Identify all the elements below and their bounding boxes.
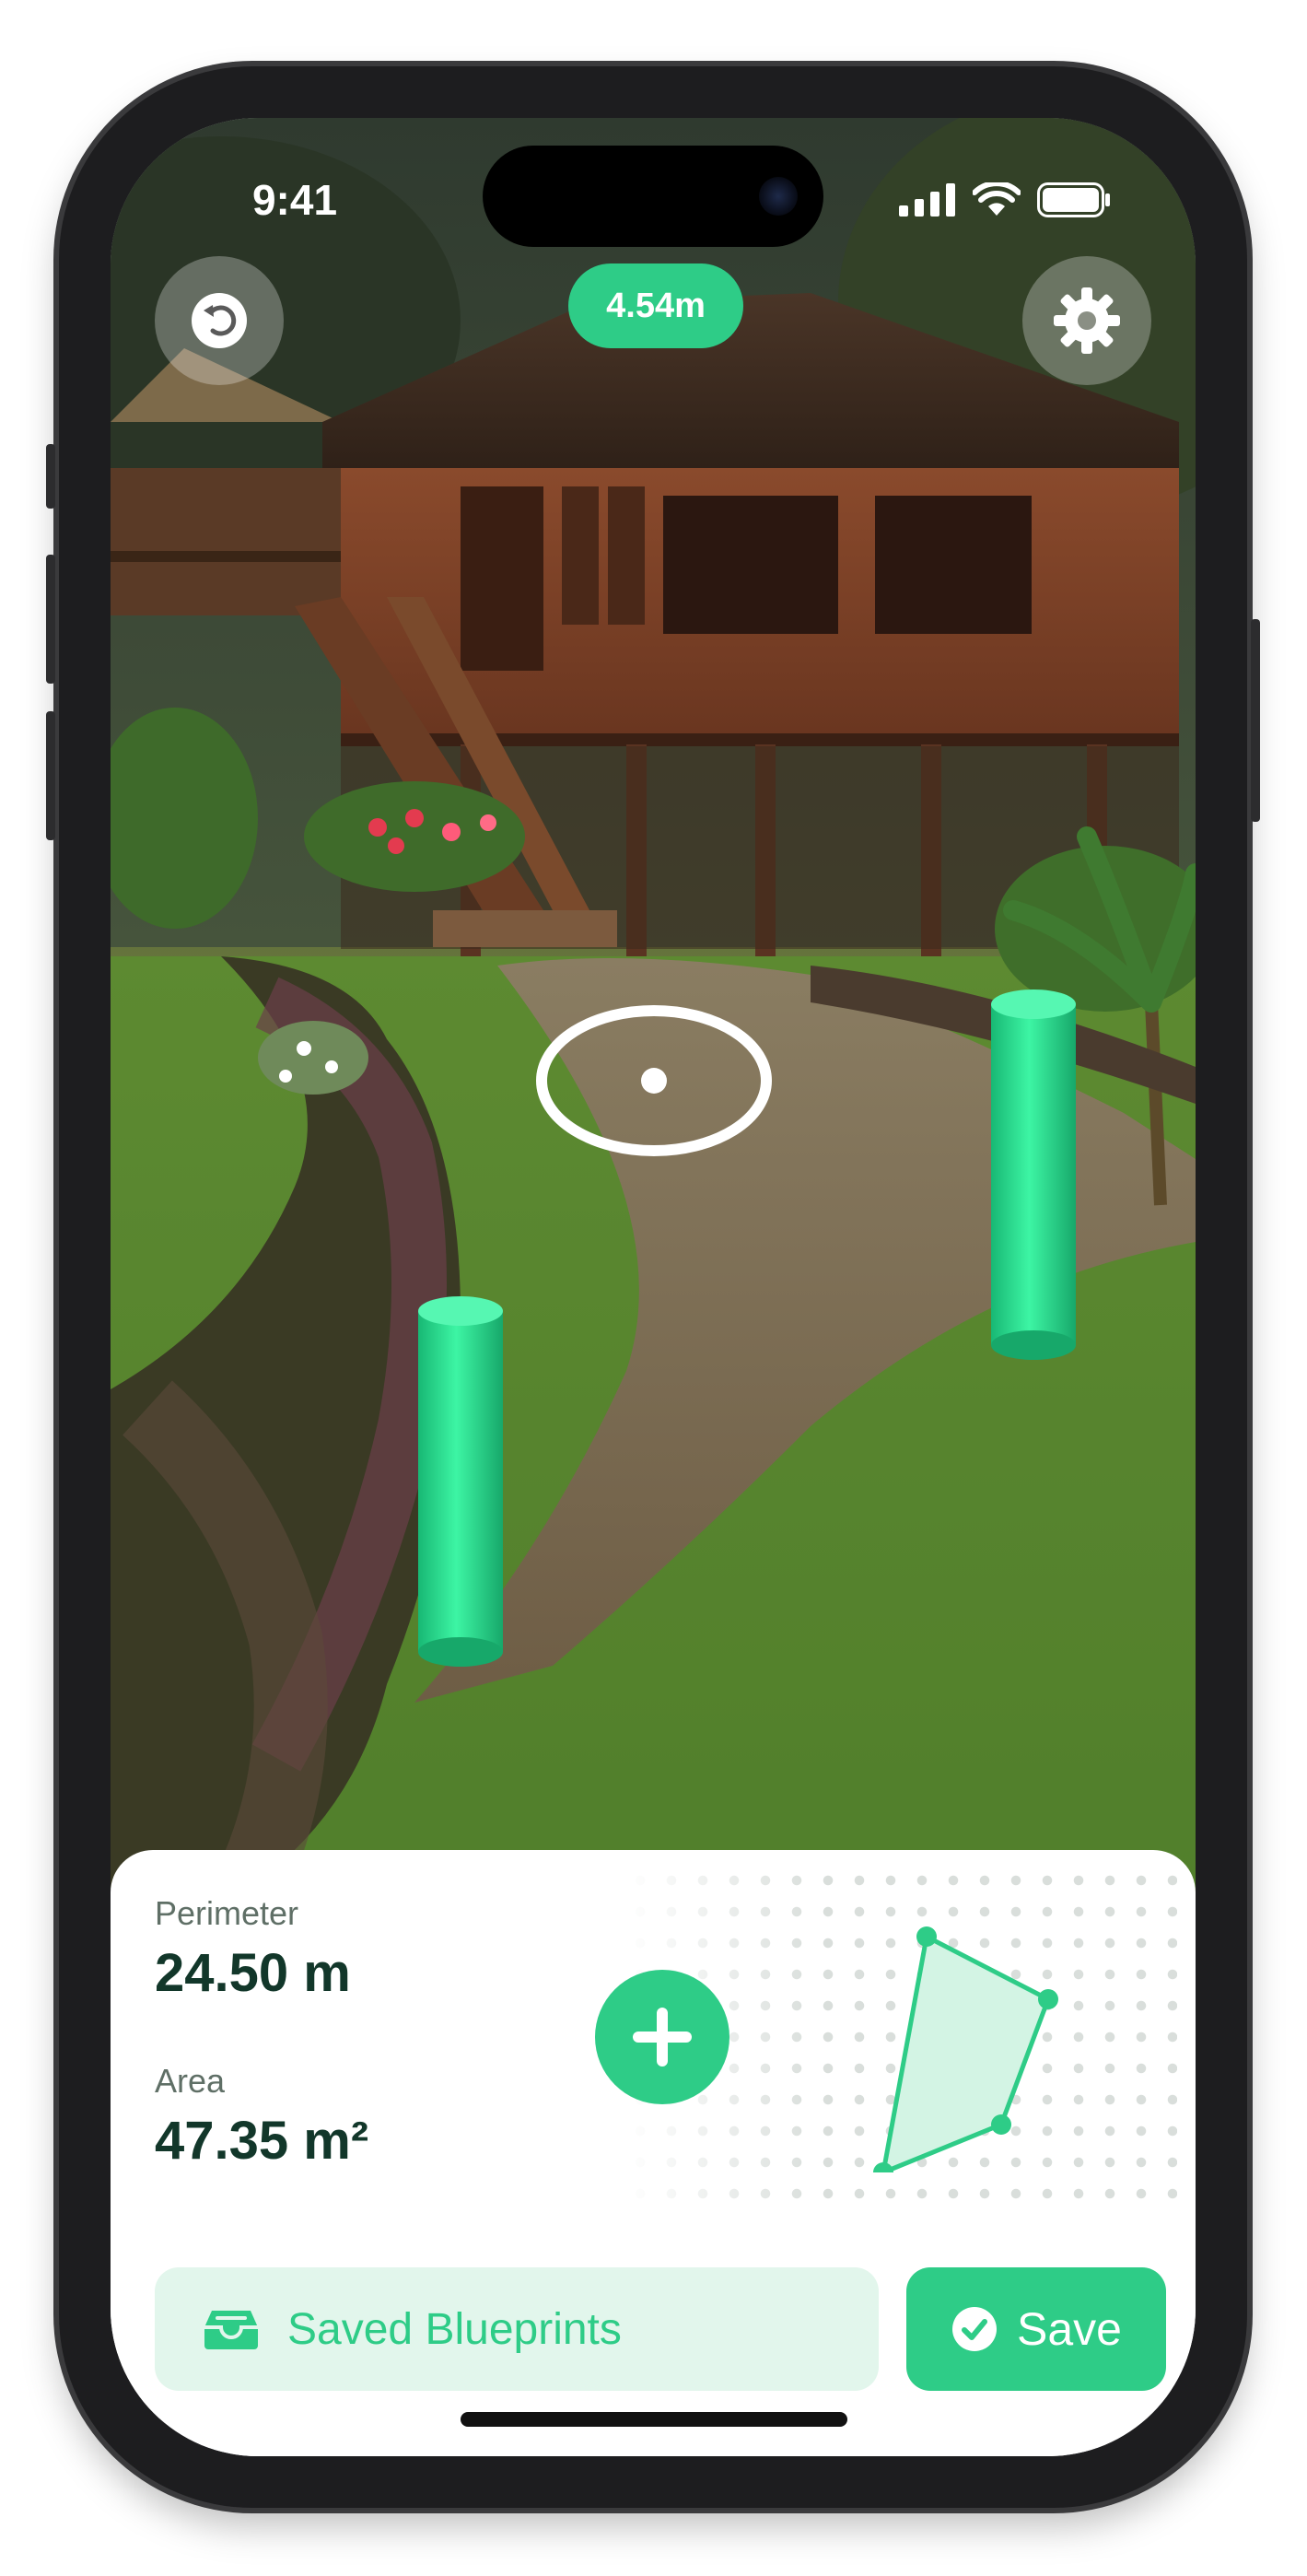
saved-blueprints-label: Saved Blueprints: [287, 2304, 622, 2354]
screen: 9:41 4.54m Perimeter 24.50 m Area 47.35 …: [111, 118, 1196, 2456]
battery-icon: [1037, 182, 1110, 217]
plus-icon: [633, 2008, 692, 2067]
front-camera: [759, 177, 798, 216]
save-label: Save: [1017, 2303, 1122, 2355]
action-button: [46, 444, 55, 509]
polygon-vertex: [916, 1926, 937, 1947]
check-circle-icon: [952, 2307, 998, 2351]
volume-down-button: [46, 711, 55, 840]
saved-blueprints-button[interactable]: Saved Blueprints: [155, 2267, 879, 2391]
phone-frame: 9:41 4.54m Perimeter 24.50 m Area 47.35 …: [46, 66, 1260, 2508]
distance-value: 4.54m: [606, 286, 706, 325]
measurement-panel: Perimeter 24.50 m Area 47.35 m² Saved Bl…: [111, 1850, 1196, 2456]
undo-button[interactable]: [155, 256, 284, 385]
inbox-tray-icon: [204, 2311, 258, 2349]
settings-button[interactable]: [1022, 256, 1151, 385]
blueprint-shape-preview: [873, 1926, 1058, 2172]
ar-marker-left: [418, 1296, 503, 1667]
wifi-icon: [973, 182, 1021, 216]
volume-up-button: [46, 555, 55, 684]
status-icons: [899, 182, 1111, 217]
undo-icon: [192, 293, 247, 348]
polygon-vertex: [991, 2114, 1011, 2135]
cellular-signal-icon: [899, 183, 955, 217]
ar-marker-right: [991, 989, 1076, 1360]
home-indicator[interactable]: [461, 2412, 847, 2427]
dynamic-island: [483, 146, 823, 247]
area-value: 47.35 m²: [155, 2111, 369, 2171]
ar-scene-illustration: [111, 118, 1196, 1905]
ar-camera-view[interactable]: [111, 118, 1196, 1905]
perimeter-value: 24.50 m: [155, 1943, 351, 2003]
add-point-button[interactable]: [595, 1970, 729, 2104]
status-time: 9:41: [251, 176, 338, 224]
area-label: Area: [155, 2062, 226, 2100]
gear-icon: [1054, 287, 1120, 354]
power-button: [1251, 619, 1260, 822]
perimeter-label: Perimeter: [155, 1894, 299, 1932]
save-button[interactable]: Save: [906, 2267, 1166, 2391]
polygon-vertex: [1038, 1989, 1058, 2009]
distance-readout: 4.54m: [568, 263, 743, 348]
